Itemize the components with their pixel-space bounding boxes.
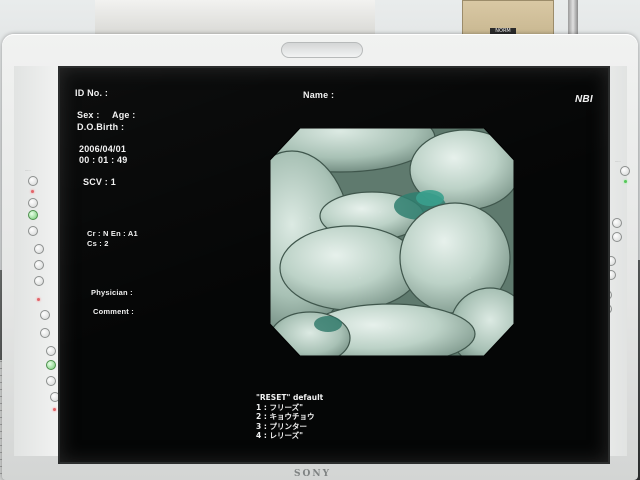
left-panel-button-1[interactable] [28,176,38,186]
color-shade-setting: Cs : 2 [87,239,109,248]
imaging-mode-label: NBI [575,94,593,105]
left-panel-button-8[interactable] [40,310,50,320]
left-panel-button-5[interactable] [34,244,44,254]
left-panel-tiny-label: ····· [25,169,31,173]
monitor-screen: ID No. : Name : NBI Sex : Age : D.O.Birt… [58,66,610,464]
reset-menu-item-release[interactable]: 4 : レリーズ" [256,431,323,441]
exam-date: 2006/04/01 [79,144,127,154]
left-panel-button-3-active[interactable] [28,210,38,220]
reset-menu-item-freeze[interactable]: 1 : フリーズ" [256,403,323,413]
sex-label: Sex : [77,110,100,120]
left-panel-button-6[interactable] [34,260,44,270]
color-enhance-settings: Cr : N En : A1 [87,229,138,238]
left-panel-button-12[interactable] [46,376,56,386]
right-panel-button-1[interactable] [620,166,630,176]
id-number-label: ID No. : [75,88,109,98]
endoscope-image [270,128,514,356]
bezel-handle[interactable] [281,42,363,58]
brand-logo: SONY [294,469,331,479]
right-panel-button-2[interactable] [612,218,622,228]
scv-counter: SCV : 1 [83,177,116,187]
patient-name-label: Name : [303,90,335,100]
left-panel-button-9[interactable] [40,328,50,338]
background-shelf [95,0,375,36]
left-panel-button-2[interactable] [28,198,38,208]
right-panel-tiny-label: ····· [615,160,621,164]
left-panel-button-11-active[interactable] [46,360,56,370]
right-panel-button-3[interactable] [612,232,622,242]
left-panel-button-10[interactable] [46,346,56,356]
date-of-birth-label: D.O.Birth : [77,122,125,132]
left-panel-led-2 [37,298,40,301]
right-panel-led-green [624,180,627,183]
left-panel-button-7[interactable] [34,276,44,286]
reset-menu: "RESET" default 1 : フリーズ" 2 : キョウチョウ 3 :… [256,393,323,441]
left-panel-button-4[interactable] [28,226,38,236]
reset-menu-item-enhance[interactable]: 2 : キョウチョウ [256,412,323,422]
endoscope-image-svg [270,128,514,356]
left-panel-led-1 [31,190,34,193]
exam-time: 00 : 01 : 49 [79,155,128,165]
comment-label: Comment : [93,307,134,316]
scene: NORM ····· ····· ID No. : Name : NBI Sex… [0,0,640,480]
left-panel-led-3 [53,408,56,411]
reset-menu-item-printer[interactable]: 3 : プリンター [256,422,323,432]
physician-label: Physician : [91,288,133,297]
age-label: Age : [112,110,136,120]
reset-menu-title: "RESET" default [256,393,324,402]
